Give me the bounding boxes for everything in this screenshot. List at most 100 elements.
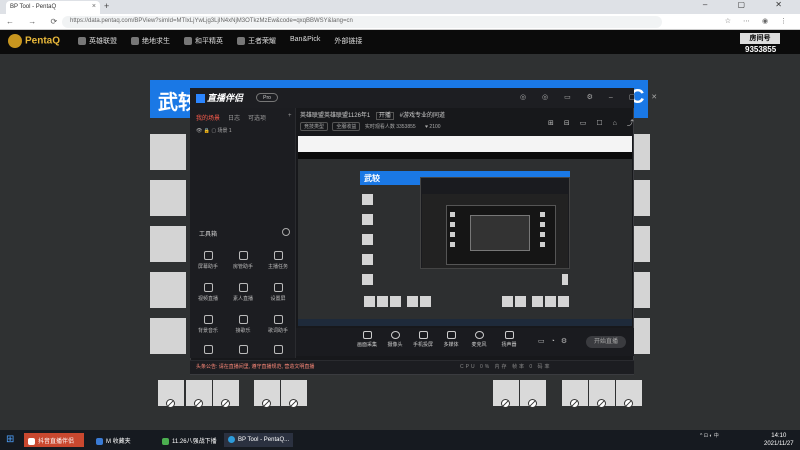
browser-tab[interactable]: BP Tool - PentaQ × — [6, 1, 100, 14]
tool-item[interactable]: 背景音乐 — [193, 315, 223, 334]
tool-item[interactable]: 视频直播 — [193, 283, 223, 302]
taskbar-item[interactable]: M 收藏夹 — [92, 433, 135, 447]
monitor-icon — [362, 331, 372, 339]
ban-icon — [597, 399, 606, 408]
nav-item-banpick[interactable]: Ban&Pick — [290, 36, 320, 46]
preview-slot — [540, 212, 545, 217]
taskbar-item[interactable]: BP Tool - PentaQ... — [224, 433, 294, 447]
tool-icon — [273, 251, 283, 260]
nav-label: 和平精英 — [195, 38, 223, 45]
browser-tab-title: BP Tool - PentaQ — [10, 4, 57, 10]
tool-icon — [203, 251, 213, 260]
tool-item[interactable]: 素人直播 — [228, 283, 258, 302]
add-scene-icon[interactable]: + — [288, 113, 292, 122]
preview-slot — [450, 212, 455, 217]
phone-cast-button[interactable]: 手机投屏 — [410, 331, 436, 348]
close-tab-icon[interactable]: × — [92, 3, 96, 10]
nav-item-pubg[interactable]: 绝地求生 — [131, 36, 170, 46]
speaker-button[interactable]: 扬声器 — [496, 331, 522, 348]
ban-icon — [289, 399, 298, 408]
site-logo[interactable]: PentaQ — [8, 34, 60, 48]
system-tray[interactable]: ^ ⊡ ◐ 中 — [700, 432, 719, 439]
phone-icon — [418, 331, 428, 339]
ban-icon — [194, 399, 203, 408]
taskbar-item[interactable]: 抖音直播伴侣 — [24, 433, 84, 447]
logo-text: PentaQ — [25, 35, 61, 47]
nav-item-honor[interactable]: 王者荣耀 — [237, 36, 276, 46]
nav-item-external[interactable]: 外部链接 — [334, 36, 362, 46]
preview-ban-slot — [502, 296, 513, 307]
stream-tag[interactable]: 开播 — [375, 112, 394, 120]
nav-item-lol[interactable]: 英雄联盟 — [78, 36, 117, 46]
tool-label: 手机投屏 — [412, 342, 433, 348]
taskbar-label: M 收藏夹 — [106, 439, 131, 445]
tool-icon — [273, 283, 283, 292]
perf-stats: CPU 0% 内存 帧率 0 码率 — [460, 364, 552, 370]
tool-item[interactable]: 设置屏 — [263, 283, 293, 302]
tool-item[interactable]: 房管助手 — [228, 251, 258, 270]
tool-item[interactable] — [263, 345, 293, 354]
app-icon — [162, 437, 169, 445]
tool-item[interactable]: 歌词助手 — [263, 315, 293, 334]
camera-button[interactable]: 摄像头 — [382, 331, 408, 348]
tool-item[interactable]: 主播任务 — [263, 251, 293, 270]
app-version-badge[interactable]: Pro — [256, 93, 278, 102]
preview-slot — [362, 194, 373, 205]
preview-taskbar — [298, 319, 632, 326]
capture-toolbar — [296, 328, 634, 356]
category-pill[interactable]: 全服收益 — [332, 122, 361, 131]
clock[interactable]: 14:10 2021/11/27 — [764, 432, 794, 448]
preview-slot — [540, 222, 545, 227]
app-window-controls[interactable]: ◎ ◎ ▭ ⚙ – ▢ ✕ — [520, 93, 664, 101]
game-icon — [184, 37, 192, 46]
microphone-button[interactable]: 麦克风 — [466, 331, 492, 348]
tool-item[interactable]: 接歌乐 — [228, 315, 258, 334]
room-badge: 房间号 — [740, 33, 780, 44]
scene-tabs: 我的场景 日志 可选项 + — [196, 113, 292, 122]
new-tab-button[interactable]: + — [104, 1, 109, 11]
tab-log[interactable]: 日志 — [228, 113, 240, 122]
taskbar-item[interactable]: 11.26八强战下播 — [158, 433, 221, 447]
pick-slot — [634, 134, 650, 170]
nav-label: 王者荣耀 — [248, 38, 276, 45]
preview-ban-slot — [532, 296, 543, 307]
tool-icon — [273, 315, 283, 324]
pick-slot — [634, 272, 650, 308]
tab-options[interactable]: 可选项 — [248, 113, 266, 122]
tool-item[interactable] — [228, 345, 258, 354]
viewer-count: 实时观看人数 3353855 — [364, 124, 416, 130]
nav-item-peace[interactable]: 和平精英 — [184, 36, 223, 46]
category-pill[interactable]: 竞技类型 — [300, 122, 329, 131]
tool-label: 接歌乐 — [235, 328, 251, 334]
preview-ban-slot — [545, 296, 556, 307]
windows-start-icon[interactable]: ⊞ — [6, 434, 14, 445]
stream-title[interactable]: 英雄联盟英雄联盟1126年1 — [300, 113, 370, 119]
tool-label: 房管助手 — [232, 264, 253, 270]
taskbar-label: 抖音直播伴侣 — [38, 439, 75, 445]
preview-app-nested-2 — [470, 215, 530, 251]
settings-icon-group[interactable]: ▭◔⚙ — [538, 337, 573, 345]
preview-icons[interactable]: ⊞⊟▭☐⌂⤴ — [548, 118, 644, 128]
preview-ban-slot — [390, 296, 401, 307]
start-live-button[interactable]: 开始直播 — [586, 336, 626, 348]
stream-tag[interactable]: #游戏专业的同道 — [400, 113, 445, 119]
scene-item[interactable]: 👁 🔒 ▢ 场景 1 — [196, 127, 232, 134]
media-button[interactable]: 多媒体 — [438, 331, 464, 348]
nav-label: 外部链接 — [334, 38, 363, 45]
screen-capture-button[interactable]: 画面采集 — [354, 331, 380, 348]
ban-icon — [262, 399, 271, 408]
tool-item[interactable] — [193, 345, 223, 354]
tool-item[interactable]: 屏幕助手 — [193, 251, 223, 270]
tab-scenes[interactable]: 我的场景 — [196, 113, 220, 122]
ban-icon — [624, 399, 633, 408]
preview-ban-slot — [364, 296, 375, 307]
browser-tools[interactable]: ☆ ⋯ ◉ ⋮ — [725, 17, 792, 25]
nav-label: Ban&Pick — [290, 36, 321, 43]
url-input[interactable]: https://data.pentaq.com/BPView?simId=MTI… — [62, 16, 662, 28]
tool-icon — [203, 345, 213, 354]
ban-icon — [166, 399, 175, 408]
nav-buttons[interactable]: ← → ⟳ — [6, 17, 63, 26]
window-controls[interactable]: – ▢ ✕ — [703, 0, 796, 9]
tool-label: 背景音乐 — [197, 328, 218, 334]
refresh-icon[interactable] — [282, 228, 290, 236]
